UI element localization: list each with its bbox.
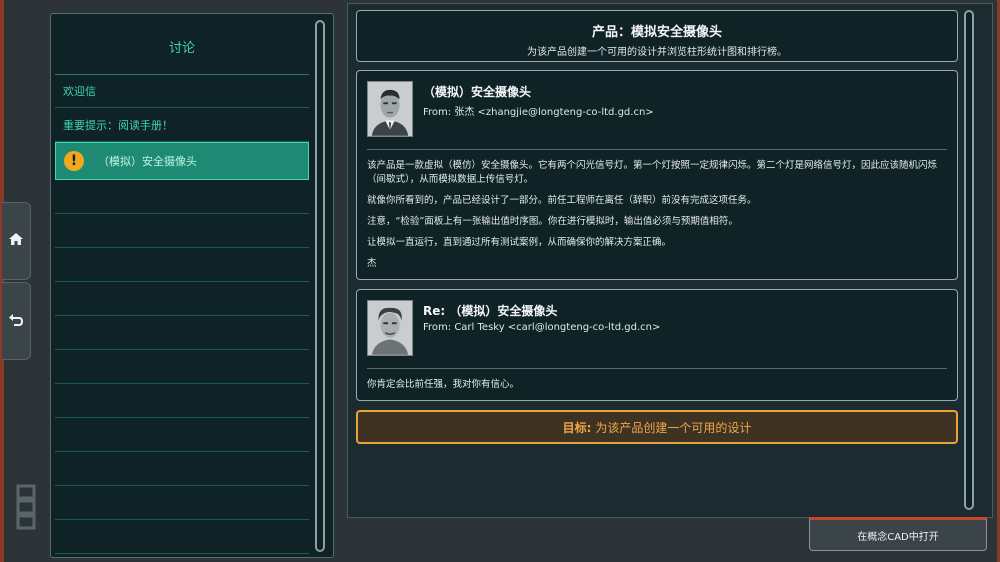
open-cad-button[interactable]: 在概念CAD中打开 bbox=[809, 517, 987, 551]
message-paragraph: 就像你所看到的，产品已经设计了一部分。前任工程师在离任（辞职）前没有完成这项任务… bbox=[367, 195, 757, 206]
message-subject: Re: （模拟）安全摄像头 bbox=[423, 304, 558, 318]
discussion-empty-row bbox=[55, 214, 309, 248]
message-paragraph: 让模拟一直运行，直到通过所有测试案例，从而确保你的解决方案正确。 bbox=[367, 237, 672, 248]
message-header: Re: （模拟）安全摄像头 From: Carl Tesky <carl@lon… bbox=[423, 302, 660, 333]
back-icon bbox=[8, 311, 24, 331]
discussion-empty-row bbox=[55, 384, 309, 418]
message-divider bbox=[367, 149, 947, 150]
message-subject: （模拟）安全摄像头 bbox=[423, 85, 532, 99]
discussion-item-label: （模拟）安全摄像头 bbox=[98, 155, 197, 168]
home-button[interactable] bbox=[2, 202, 31, 280]
back-button[interactable] bbox=[2, 282, 31, 360]
discussion-empty-row bbox=[55, 316, 309, 350]
message-paragraph: 你肯定会比前任强，我对你有信心。 bbox=[367, 379, 520, 390]
main-scrollbar[interactable] bbox=[964, 10, 974, 510]
product-subtitle: 为该产品创建一个可用的设计并浏览柱形统计图和排行榜。 bbox=[527, 47, 787, 58]
discussion-item-welcome[interactable]: 欢迎信 bbox=[55, 74, 309, 108]
main-panel: 产品：模拟安全摄像头 为该产品创建一个可用的设计并浏览柱形统计图和排行榜。 （模… bbox=[347, 3, 993, 518]
discussion-empty-row bbox=[55, 486, 309, 520]
message-from: From: 张杰 <zhangjie@longteng-co-ltd.gd.cn… bbox=[423, 107, 654, 118]
message-paragraph: 该产品是一款虚拟（模仿）安全摄像头。它有两个闪光信号灯。第一个灯按照一定规律闪烁… bbox=[367, 160, 938, 185]
discussion-empty-row bbox=[55, 418, 309, 452]
discussion-empty-row bbox=[55, 452, 309, 486]
discussion-panel: 讨论 欢迎信 重要提示：阅读手册！ ! （模拟）安全摄像头 bbox=[50, 13, 334, 558]
goal-banner: 目标: 为该产品创建一个可用的设计 bbox=[356, 410, 958, 444]
message-from: From: Carl Tesky <carl@longteng-co-ltd.g… bbox=[423, 322, 661, 333]
home-icon bbox=[8, 231, 24, 251]
message-body: 你肯定会比前任强，我对你有信心。 bbox=[367, 378, 943, 399]
message-signature: 杰 bbox=[367, 258, 377, 269]
discussion-scrollbar[interactable] bbox=[315, 20, 325, 552]
avatar bbox=[367, 300, 413, 356]
message-body: 该产品是一款虚拟（模仿）安全摄像头。它有两个闪光信号灯。第一个灯按照一定规律闪烁… bbox=[367, 159, 943, 278]
discussion-empty-row bbox=[55, 180, 309, 214]
discussion-item-label: 重要提示：阅读手册！ bbox=[63, 118, 173, 132]
message-card: Re: （模拟）安全摄像头 From: Carl Tesky <carl@lon… bbox=[356, 289, 958, 401]
goal-text: 为该产品创建一个可用的设计 bbox=[595, 420, 752, 435]
discussion-empty-row bbox=[55, 520, 309, 554]
logo-icon bbox=[16, 484, 36, 530]
message-header: （模拟）安全摄像头 From: 张杰 <zhangjie@longteng-co… bbox=[423, 83, 654, 118]
discussion-item-manual[interactable]: 重要提示：阅读手册！ bbox=[55, 108, 309, 142]
discussion-empty-row bbox=[55, 282, 309, 316]
product-title: 产品：模拟安全摄像头 bbox=[591, 25, 722, 40]
goal-prefix: 目标: bbox=[562, 420, 592, 435]
warning-icon: ! bbox=[64, 151, 84, 171]
discussion-empty-row bbox=[55, 248, 309, 282]
side-nav bbox=[2, 202, 32, 360]
message-divider bbox=[367, 368, 947, 369]
avatar bbox=[367, 81, 413, 137]
discussion-item-label: 欢迎信 bbox=[63, 84, 96, 98]
message-card: （模拟）安全摄像头 From: 张杰 <zhangjie@longteng-co… bbox=[356, 70, 958, 280]
discussion-title: 讨论 bbox=[55, 18, 309, 75]
discussion-list: 欢迎信 重要提示：阅读手册！ ! （模拟）安全摄像头 bbox=[55, 74, 309, 554]
product-header: 产品：模拟安全摄像头 为该产品创建一个可用的设计并浏览柱形统计图和排行榜。 bbox=[356, 10, 958, 62]
discussion-empty-row bbox=[55, 350, 309, 384]
discussion-item-camera[interactable]: ! （模拟）安全摄像头 bbox=[55, 142, 309, 180]
message-paragraph: 注意，“检验”面板上有一张输出值时序图。你在进行模拟时，输出值必须与预期值相符。 bbox=[367, 216, 738, 227]
